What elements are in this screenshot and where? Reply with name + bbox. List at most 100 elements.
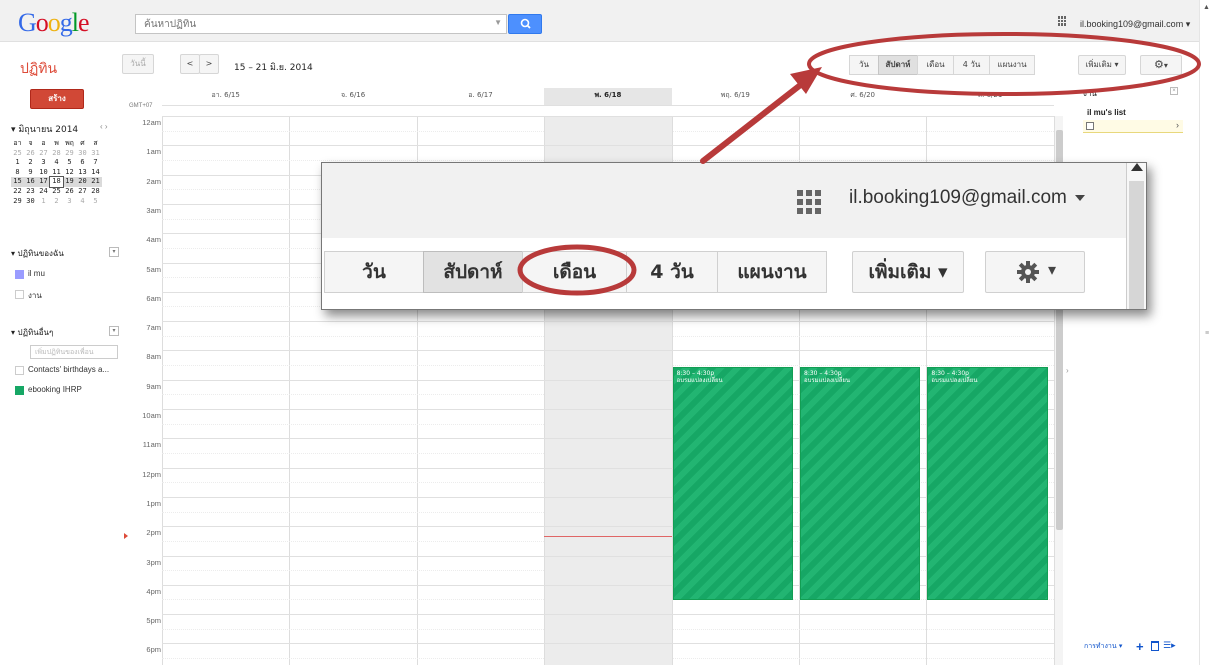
mini-calendar-day[interactable]: 23 [24, 187, 37, 197]
calendar-color-checkbox[interactable] [15, 366, 24, 375]
task-checkbox[interactable] [1086, 122, 1094, 130]
mini-calendar-day[interactable]: 26 [24, 149, 37, 159]
zoom-more-button[interactable]: เพิ่มเติม ▾ [852, 251, 964, 293]
mini-calendar-day[interactable]: 8 [11, 168, 24, 178]
mini-calendar-day[interactable]: 30 [76, 149, 89, 159]
mini-calendar-nav[interactable]: ‹ › [100, 122, 108, 131]
mini-calendar-day[interactable]: 12 [63, 168, 76, 178]
mini-calendar-day[interactable]: 3 [63, 197, 76, 207]
calendar-list-item[interactable]: il mu [28, 269, 45, 278]
calendar-color-checkbox[interactable] [15, 290, 24, 299]
mini-calendar-day[interactable]: 4 [50, 158, 63, 168]
mini-calendar-day[interactable]: 28 [89, 187, 102, 197]
mini-calendar-day[interactable]: 1 [11, 158, 24, 168]
delete-task-icon[interactable] [1151, 641, 1159, 651]
my-calendars-menu-toggle[interactable]: ▾ [109, 247, 119, 257]
mini-calendar-day[interactable]: 24 [37, 187, 50, 197]
zoom-view-month-button[interactable]: เดือน [522, 251, 627, 293]
search-input[interactable] [136, 15, 476, 33]
event-block[interactable]: 8:30 – 4:30p อบรมแปลงเปลี่ยน [800, 367, 921, 600]
task-details-arrow[interactable]: › [1176, 120, 1179, 130]
mini-calendar-day[interactable]: 25 [11, 149, 24, 159]
mini-calendar-week[interactable]: 8 9 10 11 12 13 14 [11, 168, 102, 178]
mini-calendar-day[interactable]: 18 [49, 176, 64, 188]
google-logo[interactable]: Google [18, 8, 90, 38]
mini-calendar-day[interactable]: 15 [11, 177, 24, 187]
mini-calendar-day[interactable]: 25 [50, 187, 63, 197]
page-scrollbar[interactable]: ▲ ≡ [1199, 0, 1214, 665]
tasks-actions-menu[interactable]: การทำงาน ▾ [1084, 641, 1122, 652]
view-day-button[interactable]: วัน [849, 55, 879, 75]
day-header[interactable]: ส. 6/21 [926, 88, 1053, 105]
mini-calendar-day[interactable]: 4 [76, 197, 89, 207]
today-button[interactable]: วันนี้ [122, 54, 154, 74]
view-4days-button[interactable]: 4 วัน [953, 55, 990, 75]
add-task-button[interactable]: + [1136, 639, 1144, 654]
calendar-color-checkbox[interactable] [15, 270, 24, 279]
account-caret-icon[interactable] [1075, 195, 1085, 201]
task-lists-button[interactable]: ☰▸ [1163, 640, 1176, 651]
prev-week-button[interactable]: < [180, 54, 200, 74]
mini-calendar-day[interactable]: 17 [37, 177, 50, 187]
zoom-view-week-button[interactable]: สัปดาห์ [423, 251, 523, 293]
mini-calendar-week[interactable]: 1234567 [11, 158, 102, 168]
zoom-view-agenda-button[interactable]: แผนงาน [717, 251, 827, 293]
mini-calendar-day[interactable]: 9 [24, 168, 37, 178]
mini-calendar-day[interactable]: 22 [11, 187, 24, 197]
mini-calendar-day[interactable]: 2 [50, 197, 63, 207]
calendar-list-item[interactable]: ebooking IHRP [28, 385, 82, 394]
mini-calendar-day[interactable]: 26 [63, 187, 76, 197]
mini-calendar-day[interactable]: 27 [76, 187, 89, 197]
day-header[interactable]: ศ. 6/20 [799, 88, 926, 105]
account-email-zoomed[interactable]: il.booking109@gmail.com [849, 187, 1067, 209]
view-week-button[interactable]: สัปดาห์ [878, 55, 918, 75]
create-button[interactable]: สร้าง [30, 89, 84, 109]
day-header[interactable]: พฤ. 6/19 [672, 88, 799, 105]
tasks-close-button[interactable]: × [1170, 87, 1178, 95]
task-row[interactable]: › [1083, 120, 1183, 133]
mini-calendar-day[interactable]: 6 [76, 158, 89, 168]
mini-calendar-day[interactable]: 21 [89, 177, 102, 187]
view-month-button[interactable]: เดือน [917, 55, 954, 75]
mini-calendar-day[interactable]: 16 [24, 177, 37, 187]
mini-calendar-day[interactable]: 30 [24, 197, 37, 207]
event-block[interactable]: 8:30 – 4:30p อบรมแปลงเปลี่ยน [927, 367, 1048, 600]
calendar-list-item[interactable]: Contacts' birthdays a... [28, 365, 109, 374]
mini-calendar-day[interactable]: 3 [37, 158, 50, 168]
mini-calendar-day[interactable]: 13 [76, 168, 89, 178]
mini-calendar-day[interactable]: 2 [24, 158, 37, 168]
settings-button[interactable]: ⚙▾ [1140, 55, 1182, 75]
mini-calendar-week[interactable]: 15 16 17 18 19 20 21 [11, 176, 102, 188]
more-button[interactable]: เพิ่มเติม ▾ [1078, 55, 1126, 75]
mini-calendar-day[interactable]: 7 [89, 158, 102, 168]
mini-calendar-day[interactable]: 11 [50, 168, 63, 178]
account-menu[interactable]: il.booking109@gmail.com ▾ [1080, 19, 1190, 30]
mini-calendar-month[interactable]: ▾ มิถุนายน 2014 [11, 122, 78, 136]
zoom-view-day-button[interactable]: วัน [324, 251, 424, 293]
mini-calendar-day[interactable]: 1 [37, 197, 50, 207]
mini-calendar-day[interactable]: 27 [37, 149, 50, 159]
apps-grid-icon-zoomed[interactable] [797, 190, 821, 214]
mini-calendar-day[interactable]: 29 [11, 197, 24, 207]
day-column[interactable] [162, 116, 289, 665]
search-box[interactable]: ▼ [135, 14, 507, 34]
zoom-view-4days-button[interactable]: 4 วัน [626, 251, 718, 293]
scroll-grip-icon[interactable]: ≡ [1205, 330, 1209, 337]
apps-grid-icon[interactable] [1058, 16, 1068, 26]
add-friend-calendar-input[interactable]: เพิ่มปฏิทินของเพื่อน [30, 345, 118, 359]
mini-calendar-day[interactable]: 19 [63, 177, 76, 187]
mini-calendar-day[interactable]: 20 [76, 177, 89, 187]
calendar-color-checkbox[interactable] [15, 386, 24, 395]
day-header[interactable]: อ. 6/17 [417, 88, 544, 105]
day-header[interactable]: อา. 6/15 [162, 88, 289, 105]
mini-calendar-day[interactable]: 29 [63, 149, 76, 159]
search-dropdown-icon[interactable]: ▼ [494, 18, 502, 27]
mini-calendar-day[interactable]: 10 [37, 168, 50, 178]
mini-calendar-day[interactable]: 5 [63, 158, 76, 168]
mini-calendar-week[interactable]: 25 26 27 28 29 30 31 [11, 149, 102, 159]
scroll-up-icon[interactable]: ▲ [1203, 4, 1210, 11]
other-calendars-heading[interactable]: ▾ ปฏิทินอื่นๆ [11, 326, 53, 339]
my-calendars-heading[interactable]: ▾ ปฏิทินของฉัน [11, 247, 64, 260]
next-week-button[interactable]: > [199, 54, 219, 74]
collapse-panel-arrow[interactable]: › [1066, 366, 1069, 375]
